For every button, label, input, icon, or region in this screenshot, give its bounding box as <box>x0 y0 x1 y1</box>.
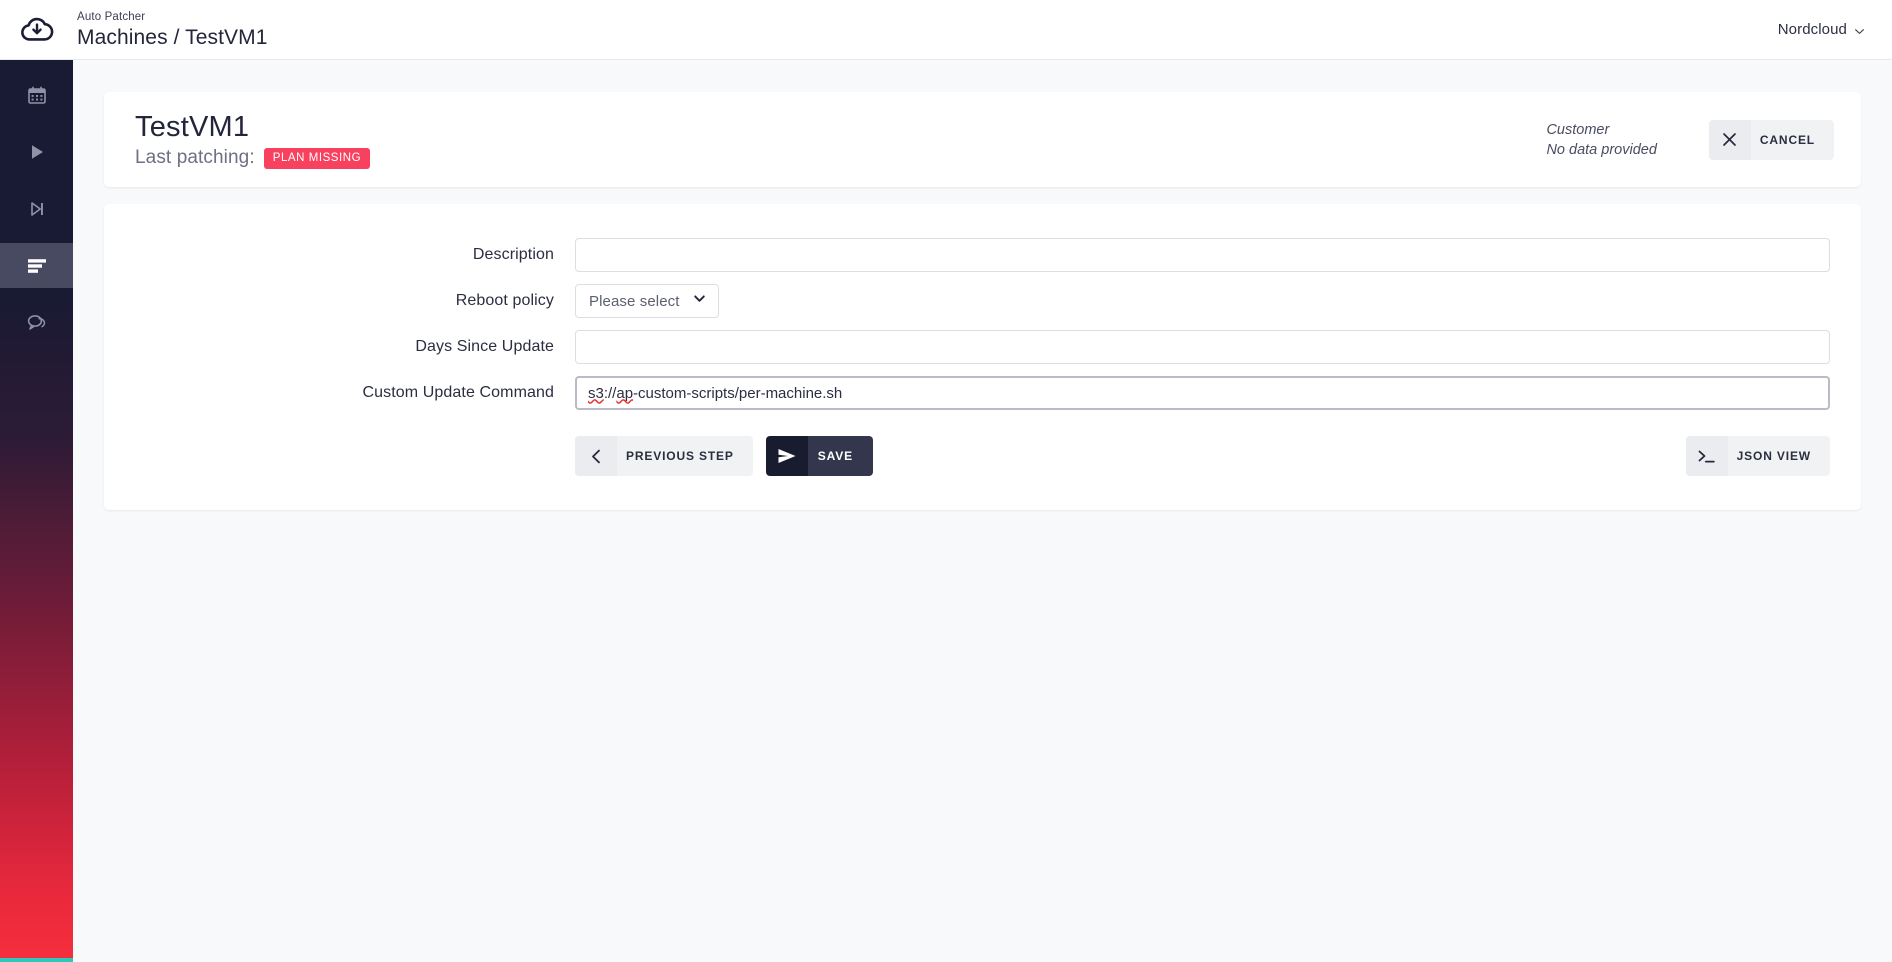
form-row-description: Description <box>135 238 1830 272</box>
description-input[interactable] <box>575 238 1830 272</box>
customer-value: No data provided <box>1546 141 1657 158</box>
server-rack-icon <box>27 258 47 274</box>
reboot-policy-selected-value: Please select <box>589 292 680 310</box>
close-x-icon <box>1708 119 1751 160</box>
previous-step-label: PREVIOUS STEP <box>626 449 734 463</box>
app-name-label: Auto Patcher <box>77 10 146 23</box>
app-logo[interactable] <box>0 0 73 60</box>
last-patching-label: Last patching: <box>135 147 255 168</box>
days-since-update-label: Days Since Update <box>415 338 554 355</box>
previous-step-button[interactable]: PREVIOUS STEP <box>575 436 753 476</box>
chat-bubble-icon <box>27 314 46 332</box>
sidebar-item-messages[interactable] <box>0 300 73 345</box>
form-actions-left: PREVIOUS STEP SAVE <box>575 436 873 476</box>
machine-header-card: TestVM1 Last patching: PLAN MISSING Cust… <box>104 92 1861 187</box>
customer-info: Customer No data provided <box>1546 120 1656 160</box>
reboot-policy-label: Reboot policy <box>455 292 554 309</box>
machine-name-heading: TestVM1 <box>135 111 250 143</box>
days-since-update-input[interactable] <box>575 330 1830 364</box>
machine-identity: TestVM1 Last patching: PLAN MISSING <box>135 110 371 169</box>
sidebar-nav <box>0 60 73 962</box>
main-content: TestVM1 Last patching: PLAN MISSING Cust… <box>73 60 1892 962</box>
reboot-policy-field-wrap: Please select <box>575 284 1830 318</box>
description-field-wrap <box>575 238 1830 272</box>
play-icon <box>28 143 46 161</box>
custom-update-command-input[interactable]: s3://ap -custom-scripts/per-machine.sh <box>575 376 1830 410</box>
custom-update-command-field-wrap: s3://ap -custom-scripts/per-machine.sh <box>575 376 1830 410</box>
save-button[interactable]: SAVE <box>765 436 873 476</box>
sidebar-item-runs[interactable] <box>0 129 73 174</box>
save-button-label: SAVE <box>807 436 873 476</box>
reboot-policy-select[interactable]: Please select <box>575 284 719 318</box>
json-view-button[interactable]: JSON VIEW <box>1685 436 1830 476</box>
skip-forward-icon <box>28 200 46 218</box>
machine-form-card: Description Reboot policy Please select <box>104 204 1861 510</box>
sidebar-accent-bar <box>0 958 73 962</box>
chevron-left-icon <box>575 436 617 476</box>
sidebar-item-skip[interactable] <box>0 186 73 231</box>
calendar-icon <box>27 86 46 104</box>
send-plane-icon <box>765 436 808 476</box>
spellcheck-word-ap: ap <box>616 384 634 402</box>
custom-update-command-sep1: :// <box>603 384 617 402</box>
status-badge: PLAN MISSING <box>263 147 371 169</box>
form-row-reboot-policy: Reboot policy Please select <box>135 284 1830 318</box>
sidebar-item-schedules[interactable] <box>0 72 73 117</box>
form-row-custom-update-command: Custom Update Command s3://ap -custom-scr… <box>135 376 1830 410</box>
json-view-label: JSON VIEW <box>1736 449 1811 463</box>
app-root: Auto Patcher Machines / TestVM1 Nordclou… <box>0 0 1892 962</box>
form-actions: PREVIOUS STEP SAVE JSON VIEW <box>135 436 1830 476</box>
page-title: Machines / TestVM1 <box>77 25 268 49</box>
customer-label: Customer <box>1546 121 1610 138</box>
description-label: Description <box>472 246 554 263</box>
days-since-update-field-wrap <box>575 330 1830 364</box>
custom-update-command-tail: -custom-scripts/per-machine.sh <box>633 384 843 402</box>
user-menu-button[interactable]: Nordcloud <box>1778 21 1892 38</box>
top-bar: Auto Patcher Machines / TestVM1 Nordclou… <box>0 0 1892 60</box>
user-menu-label: Nordcloud <box>1777 21 1847 38</box>
custom-update-command-value: s3://ap -custom-scripts/per-machine.sh <box>588 378 1817 408</box>
terminal-prompt-icon <box>1685 436 1728 476</box>
breadcrumb: Auto Patcher Machines / TestVM1 <box>73 0 268 60</box>
chevron-down-icon <box>1854 24 1865 35</box>
cancel-button-label: CANCEL <box>1759 132 1815 147</box>
cancel-button[interactable]: CANCEL <box>1708 119 1834 160</box>
custom-update-command-label: Custom Update Command <box>362 384 554 401</box>
cloud-logo-icon <box>20 17 54 43</box>
chevron-down-icon <box>693 292 706 310</box>
sidebar-item-machines[interactable] <box>0 243 73 288</box>
form-row-days-since-update: Days Since Update <box>135 330 1830 364</box>
spellcheck-word-s3: s3 <box>588 384 604 402</box>
last-patching-row: Last patching: PLAN MISSING <box>135 147 371 169</box>
